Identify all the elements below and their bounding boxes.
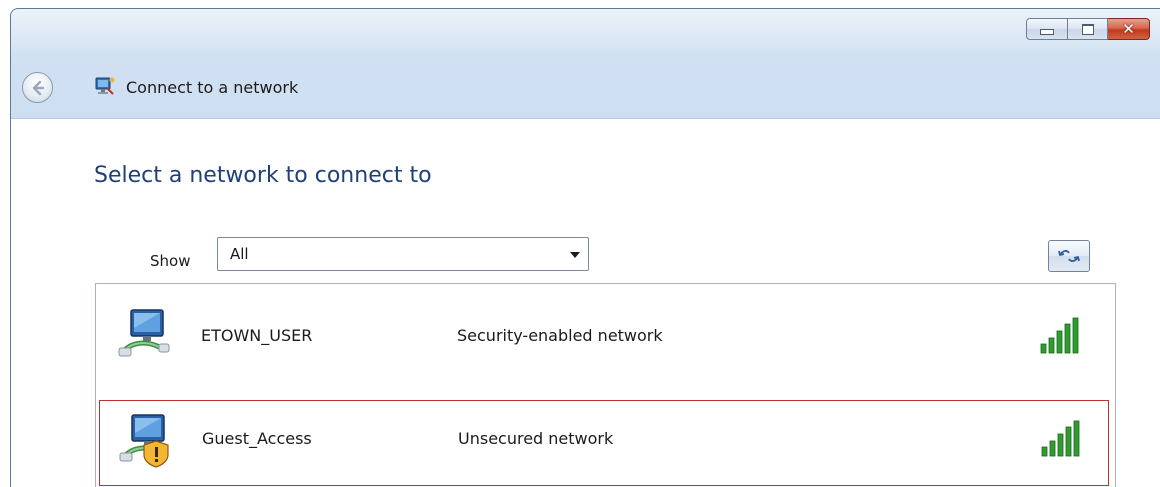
network-name: Guest_Access bbox=[202, 429, 312, 448]
signal-strength-icon bbox=[1041, 420, 1080, 457]
signal-strength-icon bbox=[1040, 317, 1079, 354]
content-area: Select a network to connect to Show All bbox=[11, 118, 1160, 487]
back-arrow-icon bbox=[32, 80, 44, 95]
refresh-icon bbox=[1058, 250, 1080, 262]
page-heading: Select a network to connect to bbox=[94, 163, 432, 188]
network-security-status: Unsecured network bbox=[458, 429, 614, 448]
close-icon: ✕ bbox=[1122, 19, 1135, 38]
network-security-status: Security-enabled network bbox=[457, 326, 663, 345]
network-list: ETOWN_USER Security-enabled network Gues… bbox=[95, 283, 1116, 487]
caption-buttons: ✕ bbox=[1026, 18, 1150, 40]
network-row[interactable]: ETOWN_USER Security-enabled network bbox=[96, 296, 1115, 384]
back-button[interactable] bbox=[22, 72, 53, 103]
unsecured-network-icon bbox=[119, 414, 169, 468]
connect-to-network-window: ✕ Connect to a network Select a network … bbox=[10, 8, 1160, 487]
refresh-button[interactable] bbox=[1048, 240, 1090, 272]
show-filter-dropdown[interactable]: All bbox=[217, 237, 589, 271]
show-filter-value: All bbox=[230, 245, 249, 263]
close-button[interactable]: ✕ bbox=[1108, 18, 1150, 40]
maximize-icon bbox=[1081, 23, 1094, 35]
minimize-button[interactable] bbox=[1026, 18, 1068, 40]
show-label: Show bbox=[150, 252, 191, 270]
chevron-down-icon bbox=[570, 252, 580, 258]
secured-network-icon bbox=[118, 309, 170, 357]
network-name: ETOWN_USER bbox=[201, 326, 313, 345]
network-connection-icon bbox=[95, 77, 115, 95]
maximize-button[interactable] bbox=[1068, 18, 1108, 40]
minimize-icon bbox=[1040, 29, 1054, 35]
network-row-selected[interactable]: Guest_Access Unsecured network bbox=[99, 400, 1109, 486]
window-title: Connect to a network bbox=[126, 78, 299, 97]
